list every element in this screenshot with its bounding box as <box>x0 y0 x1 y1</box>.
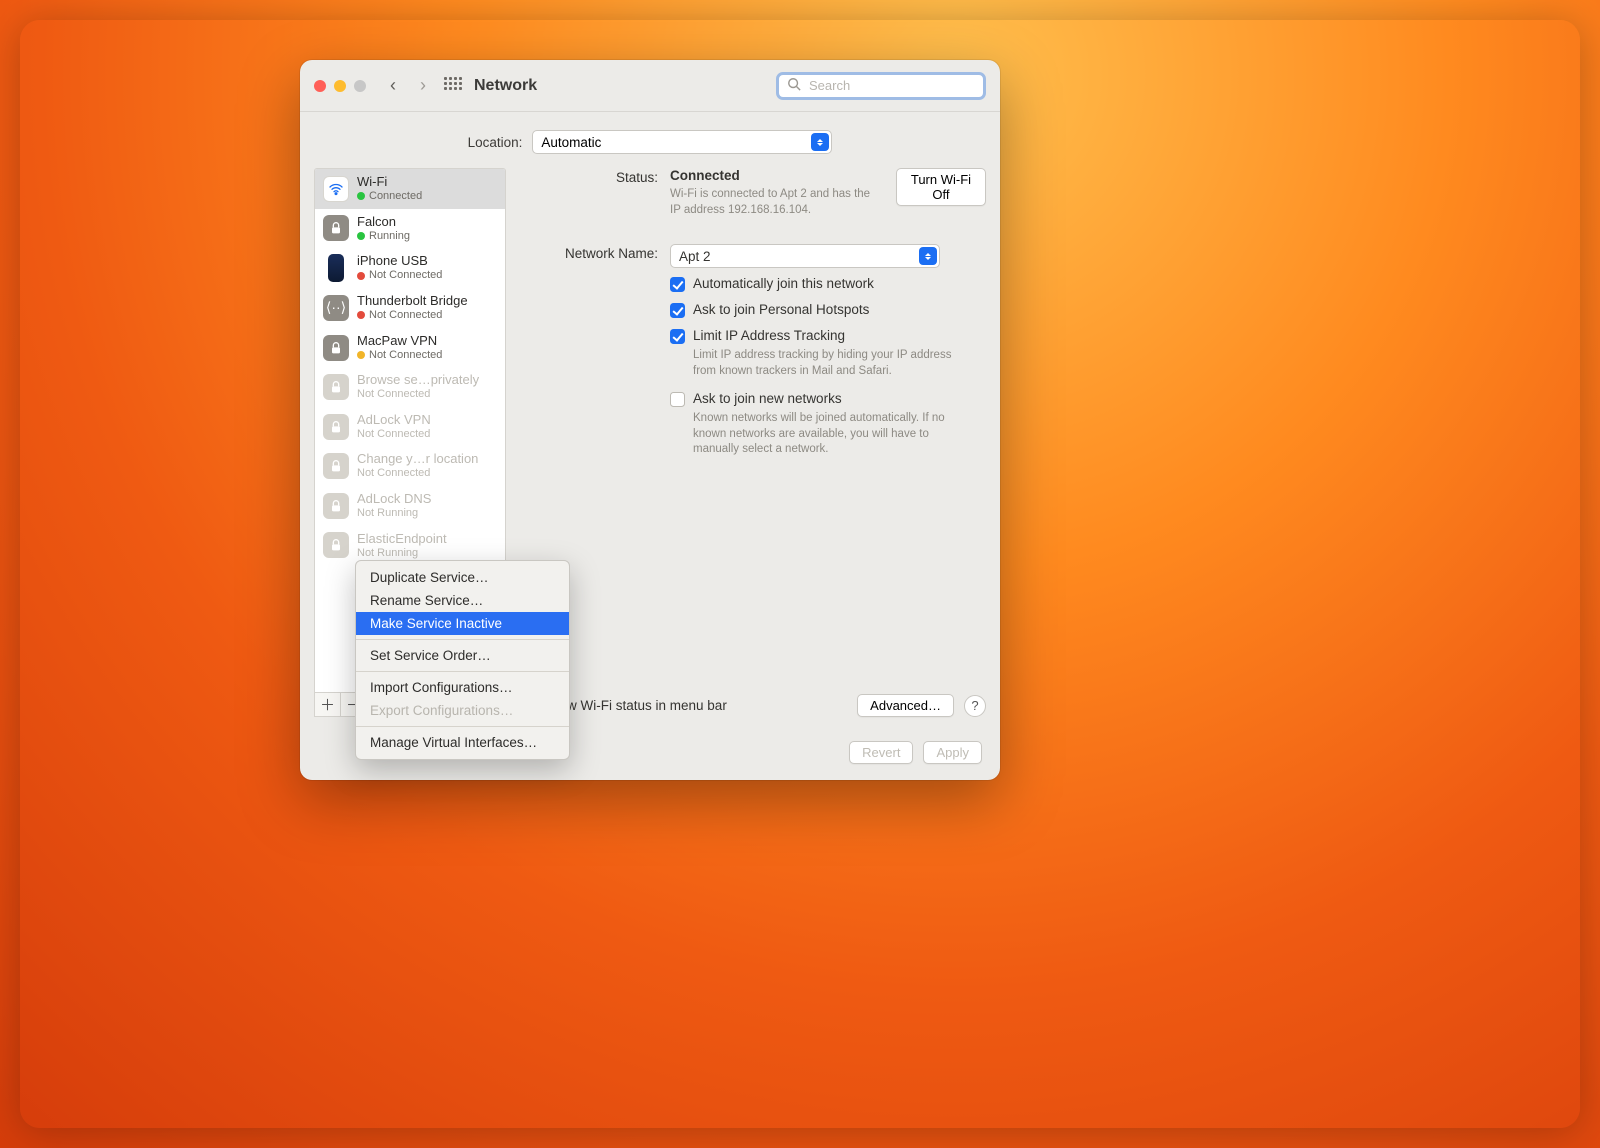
network-name-row: Network Name: Apt 2 <box>518 244 986 268</box>
menu-set-order[interactable]: Set Service Order… <box>356 644 569 667</box>
show-status-label: Show Wi-Fi status in menu bar <box>543 698 727 713</box>
lock-icon <box>323 215 349 241</box>
close-icon[interactable] <box>314 80 326 92</box>
toolbar: ‹ › Network <box>300 60 1000 112</box>
sidebar-item-wifi[interactable]: Wi-Fi Connected <box>315 169 505 209</box>
revert-button: Revert <box>849 741 913 764</box>
location-label: Location: <box>468 135 523 150</box>
menu-export-config: Export Configurations… <box>356 699 569 722</box>
checkbox-auto-join[interactable]: Automatically join this network <box>670 276 986 292</box>
sidebar-item-iphone-usb[interactable]: iPhone USB Not Connected <box>315 248 505 288</box>
svc-name: Wi-Fi <box>357 175 422 190</box>
search-icon <box>787 77 801 94</box>
sidebar-item-macpaw-vpn[interactable]: MacPaw VPN Not Connected <box>315 328 505 368</box>
menu-separator <box>356 726 569 727</box>
status-value: Connected <box>670 168 740 183</box>
bottom-bar: Show Wi-Fi status in menu bar Advanced… … <box>518 684 986 717</box>
status-label: Status: <box>518 168 658 218</box>
sidebar-item-browse-privately[interactable]: Browse se…privately Not Connected <box>315 367 505 407</box>
back-button[interactable]: ‹ <box>384 75 402 96</box>
menu-separator <box>356 671 569 672</box>
sidebar-item-adlock-dns[interactable]: AdLock DNS Not Running <box>315 486 505 526</box>
sidebar-item-thunderbolt[interactable]: ⟨··⟩ Thunderbolt Bridge Not Connected <box>315 288 505 328</box>
thunderbolt-icon: ⟨··⟩ <box>323 295 349 321</box>
minimize-icon[interactable] <box>334 80 346 92</box>
checkbox-icon[interactable] <box>670 303 685 318</box>
lock-icon <box>323 374 349 400</box>
desktop-background: ‹ › Network Location: Automatic <box>20 20 1580 1128</box>
network-name-value: Apt 2 <box>679 249 711 264</box>
lock-icon <box>323 453 349 479</box>
help-button[interactable]: ? <box>964 695 986 717</box>
menu-separator <box>356 639 569 640</box>
menu-rename-service[interactable]: Rename Service… <box>356 589 569 612</box>
forward-button: › <box>414 75 432 96</box>
apply-button: Apply <box>923 741 982 764</box>
lock-icon <box>323 532 349 558</box>
turn-wifi-off-button[interactable]: Turn Wi-Fi Off <box>896 168 986 206</box>
sidebar-item-change-location[interactable]: Change y…r location Not Connected <box>315 446 505 486</box>
network-name-select[interactable]: Apt 2 <box>670 244 940 268</box>
wifi-icon <box>323 176 349 202</box>
status-description: Wi-Fi is connected to Apt 2 and has the … <box>670 187 884 218</box>
advanced-button[interactable]: Advanced… <box>857 694 954 717</box>
menu-make-inactive[interactable]: Make Service Inactive <box>356 612 569 635</box>
menu-import-config[interactable]: Import Configurations… <box>356 676 569 699</box>
network-preferences-window: ‹ › Network Location: Automatic <box>300 60 1000 780</box>
location-value: Automatic <box>541 135 601 150</box>
ask-new-description: Known networks will be joined automatica… <box>693 411 963 458</box>
chevron-updown-icon <box>811 133 829 151</box>
lock-icon <box>323 414 349 440</box>
show-all-icon[interactable] <box>444 77 462 95</box>
sidebar-item-falcon[interactable]: Falcon Running <box>315 209 505 249</box>
zoom-icon <box>354 80 366 92</box>
sidebar-item-adlock-vpn[interactable]: AdLock VPN Not Connected <box>315 407 505 447</box>
service-actions-menu: Duplicate Service… Rename Service… Make … <box>355 560 570 760</box>
checkbox-hotspots[interactable]: Ask to join Personal Hotspots <box>670 302 986 318</box>
network-name-label: Network Name: <box>518 244 658 268</box>
lock-icon <box>323 335 349 361</box>
checkbox-ask-new[interactable]: Ask to join new networks <box>670 391 986 407</box>
checkbox-icon[interactable] <box>670 392 685 407</box>
menu-duplicate-service[interactable]: Duplicate Service… <box>356 566 569 589</box>
iphone-icon <box>328 254 344 282</box>
chevron-updown-icon <box>919 247 937 265</box>
menu-virtual-interfaces[interactable]: Manage Virtual Interfaces… <box>356 731 569 754</box>
checkbox-icon[interactable] <box>670 277 685 292</box>
location-row: Location: Automatic <box>300 112 1000 168</box>
status-dot <box>357 192 365 200</box>
status-row: Status: Connected Wi-Fi is connected to … <box>518 168 986 218</box>
checkbox-limit-ip[interactable]: Limit IP Address Tracking <box>670 328 986 344</box>
main-panel: Status: Connected Wi-Fi is connected to … <box>518 168 986 717</box>
search-input[interactable] <box>807 77 975 94</box>
limit-ip-description: Limit IP address tracking by hiding your… <box>693 348 963 379</box>
location-select[interactable]: Automatic <box>532 130 832 154</box>
lock-icon <box>323 493 349 519</box>
window-title: Network <box>474 77 537 95</box>
add-service-button[interactable]: ＋ <box>315 693 341 716</box>
search-field[interactable] <box>776 72 986 100</box>
traffic-lights <box>314 80 366 92</box>
checkbox-icon[interactable] <box>670 329 685 344</box>
